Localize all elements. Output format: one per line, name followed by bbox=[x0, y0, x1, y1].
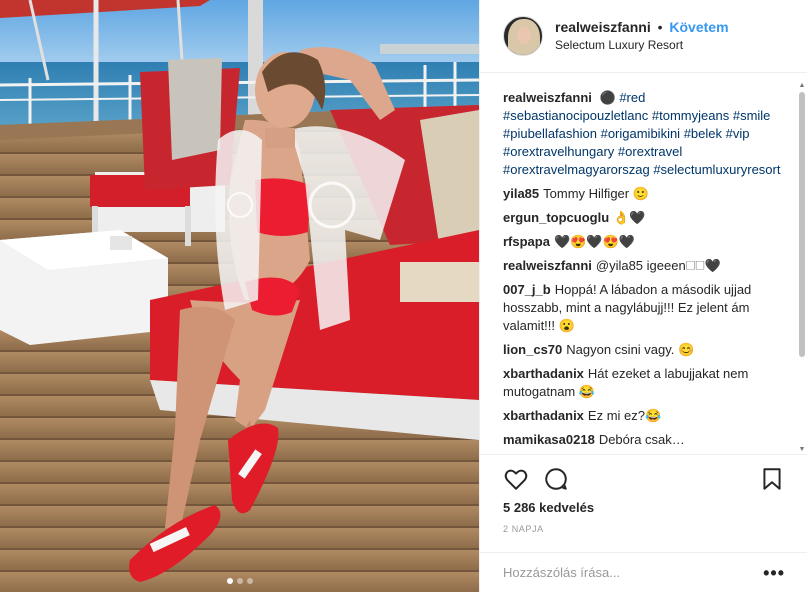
hashtag-link[interactable]: #orextravelhungary bbox=[503, 144, 614, 159]
header-text: realweiszfanni • Követem Selectum Luxury… bbox=[555, 18, 729, 54]
avatar-face bbox=[517, 26, 531, 44]
comment-item: rfspapa 🖤😍🖤😍🖤 bbox=[503, 233, 784, 251]
comment-author[interactable]: realweiszfanni bbox=[503, 258, 592, 273]
comment-author[interactable]: xbarthadanix bbox=[503, 366, 584, 381]
header-separator: • bbox=[657, 19, 663, 35]
add-comment-bar: ••• bbox=[480, 552, 807, 592]
comment-item: ergun_topcuoglu 👌🖤 bbox=[503, 209, 784, 227]
comment-item: 007_j_b Hoppá! A lábadon a második ujjad … bbox=[503, 281, 784, 335]
comment-text: Debóra csak… bbox=[598, 432, 685, 447]
caption-author[interactable]: realweiszfanni bbox=[503, 90, 592, 105]
post-photo[interactable] bbox=[0, 0, 479, 592]
carousel-dot-active[interactable] bbox=[226, 578, 233, 584]
hashtag-link[interactable]: #sebastianocipouzletlanc bbox=[503, 108, 648, 123]
hashtag-link[interactable]: #vip bbox=[726, 126, 750, 141]
carousel-indicator bbox=[0, 578, 479, 584]
post-side-panel: realweiszfanni • Követem Selectum Luxury… bbox=[479, 0, 807, 592]
hashtag-link[interactable]: #selectumluxuryresort bbox=[653, 162, 780, 177]
comments-scrollbar[interactable]: ▲ ▼ bbox=[798, 82, 806, 454]
comment-item: realweiszfanni @yila85 igeeen🗆🗆🖤 bbox=[503, 257, 784, 275]
comment-item: xbarthadanix Ez mi ez?😂 bbox=[503, 407, 784, 425]
comment-text: 👌🖤 bbox=[613, 210, 646, 225]
comment-item: yila85 Tommy Hilfiger 🙂 bbox=[503, 185, 784, 203]
post-actions-area: 5 286 kedvelés 2 NAPJA bbox=[480, 454, 807, 554]
scroll-up-arrow-icon[interactable]: ▲ bbox=[798, 82, 806, 90]
hashtag-link[interactable]: #origamibikini bbox=[601, 126, 680, 141]
comment-author[interactable]: rfspapa bbox=[503, 234, 550, 249]
comment-item: xbarthadanix Hát ezeket a labujjakat nem … bbox=[503, 365, 784, 401]
likes-count[interactable]: 5 286 kedvelés bbox=[503, 500, 785, 515]
comment-text: @yila85 igeeen🗆🗆🖤 bbox=[595, 258, 721, 273]
photo-illustration bbox=[0, 0, 479, 592]
location-link[interactable]: Selectum Luxury Resort bbox=[555, 36, 729, 54]
scroll-down-arrow-icon[interactable]: ▼ bbox=[798, 446, 806, 454]
caption-emoji: ⚫ bbox=[599, 90, 616, 105]
hashtag-link[interactable]: #tommyjeans bbox=[652, 108, 729, 123]
ellipsis-icon[interactable]: ••• bbox=[763, 564, 785, 582]
hashtag-link[interactable]: #orextravel bbox=[618, 144, 682, 159]
comment-author[interactable]: 007_j_b bbox=[503, 282, 551, 297]
heart-icon[interactable] bbox=[503, 466, 529, 492]
avatar[interactable] bbox=[503, 16, 543, 56]
comment-text: Nagyon csini vagy. 😊 bbox=[566, 342, 695, 357]
carousel-dot[interactable] bbox=[236, 578, 243, 584]
comment-text: Ez mi ez?😂 bbox=[587, 408, 662, 423]
hashtag-link[interactable]: #belek bbox=[684, 126, 722, 141]
caption: realweiszfanni ⚫ #red #sebastianocipouzl… bbox=[503, 89, 784, 179]
author-username[interactable]: realweiszfanni bbox=[555, 19, 651, 35]
scroll-thumb[interactable] bbox=[799, 92, 805, 357]
comment-item: mamikasa0218 Debóra csak… bbox=[503, 431, 784, 449]
comment-author[interactable]: yila85 bbox=[503, 186, 539, 201]
bookmark-icon[interactable] bbox=[759, 466, 785, 492]
comment-text: Tommy Hilfiger 🙂 bbox=[543, 186, 649, 201]
comment-bubble-icon[interactable] bbox=[543, 466, 569, 492]
comment-input[interactable] bbox=[503, 565, 764, 580]
comment-item: lion_cs70 Nagyon csini vagy. 😊 bbox=[503, 341, 784, 359]
post-header: realweiszfanni • Követem Selectum Luxury… bbox=[480, 0, 807, 73]
carousel-dot[interactable] bbox=[246, 578, 253, 584]
comment-author[interactable]: ergun_topcuoglu bbox=[503, 210, 609, 225]
comment-author[interactable]: xbarthadanix bbox=[503, 408, 584, 423]
comment-text: 🖤😍🖤😍🖤 bbox=[553, 234, 635, 249]
hashtag-link[interactable]: #piubellafashion bbox=[503, 126, 597, 141]
action-bar bbox=[503, 463, 785, 495]
comments-list: realweiszfanni ⚫ #red #sebastianocipouzl… bbox=[480, 74, 807, 454]
follow-button[interactable]: Követem bbox=[669, 19, 728, 35]
hashtag-link[interactable]: #smile bbox=[733, 108, 771, 123]
hashtag-link[interactable]: #red bbox=[619, 90, 645, 105]
comment-author[interactable]: lion_cs70 bbox=[503, 342, 562, 357]
comment-author[interactable]: mamikasa0218 bbox=[503, 432, 595, 447]
post-timestamp[interactable]: 2 NAPJA bbox=[503, 524, 785, 534]
hashtag-link[interactable]: #orextravelmagyarorszag bbox=[503, 162, 650, 177]
